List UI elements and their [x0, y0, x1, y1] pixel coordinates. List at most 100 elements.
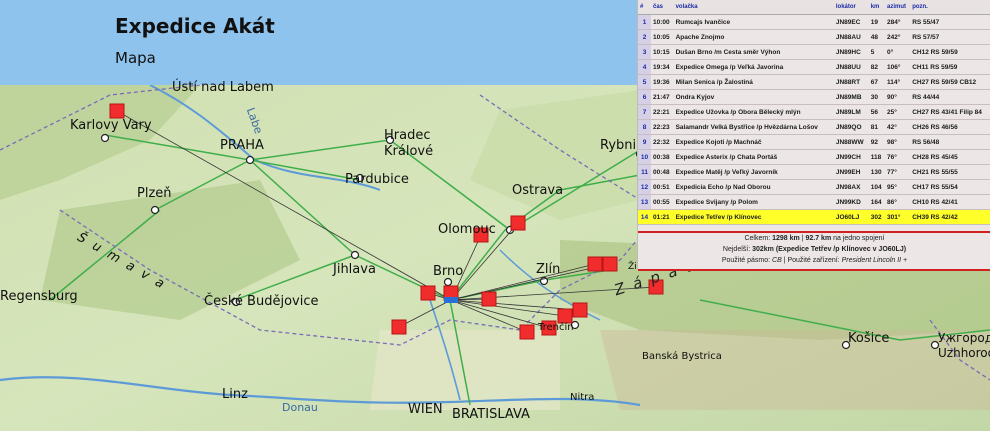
log-header-row: # čas volačka lokátor km azimut pozn.: [638, 0, 990, 15]
station-marker[interactable]: [420, 285, 436, 301]
log-cell: 00:38: [651, 149, 674, 165]
log-cell: CH21 RS 55/55: [910, 164, 990, 180]
station-marker[interactable]: [481, 291, 497, 307]
log-cell: 10: [638, 149, 651, 165]
log-row[interactable]: 8 22:23 Salamandr Velká Bystřice /p Hvězdá…: [638, 119, 990, 135]
summary-total: Celkem: 1298 km | 92.7 km na jedno spoje…: [638, 233, 990, 244]
log-cell: Expedice Omega /p Veľká Javorina: [673, 59, 834, 75]
log-cell: 164: [868, 194, 885, 210]
map-label: Pardubice: [345, 172, 409, 187]
city-dot: [100, 133, 110, 143]
log-cell: JN98AX: [833, 179, 869, 195]
log-cell: Milan Senica /p Žalostiná: [673, 74, 834, 90]
log-row[interactable]: 10 00:38 Expedice Asterix /p Chata Portáš J…: [638, 149, 990, 165]
log-cell: RS 56/48: [910, 134, 990, 150]
station-marker[interactable]: [587, 256, 603, 272]
map-label: Nitra: [570, 392, 595, 403]
log-cell: 92: [868, 134, 885, 150]
log-row[interactable]: 1 10:00 Rumcajs Ivančice JN89EC 19 284° RS 55/…: [638, 14, 990, 30]
log-row[interactable]: 6 21:47 Ondra Kyjov JN89MB 30 90° RS 44/44: [638, 89, 990, 105]
log-cell: JN89EC: [833, 14, 869, 30]
log-column-header: čas: [651, 0, 674, 15]
station-marker[interactable]: [391, 319, 407, 335]
map-label: Linz: [222, 387, 248, 402]
map-label: Trenčín: [538, 322, 574, 333]
log-cell: Rumcajs Ivančice: [673, 14, 834, 30]
map-label: Zlín: [536, 262, 561, 277]
log-cell: 98°: [884, 134, 911, 150]
log-cell: 21:47: [651, 89, 674, 105]
station-marker[interactable]: [510, 215, 526, 231]
log-cell: 67: [868, 74, 885, 90]
log-row[interactable]: 9 22:32 Expedice Kojoti /p Machnáč JN88WW 92…: [638, 134, 990, 150]
log-row[interactable]: 12 00:51 Expedicia Echo /p Nad Oborou JN98A…: [638, 179, 990, 195]
farthest-value: 302km (Expedice Tetřev /p Klínovec v JO6…: [752, 246, 907, 253]
log-row[interactable]: 5 19:36 Milan Senica /p Žalostiná JN88RT 67 1…: [638, 74, 990, 90]
log-cell: 242°: [884, 29, 911, 45]
station-marker[interactable]: [519, 324, 535, 340]
log-cell: 01:21: [651, 209, 674, 225]
log-cell: 5: [638, 74, 651, 90]
log-row[interactable]: 14 01:21 Expedice Tetřev /p Klínovec JO60LJ…: [638, 209, 990, 225]
log-cell: 95°: [884, 179, 911, 195]
map-label: Ужгород: [938, 331, 990, 345]
log-cell: Expedice Kojoti /p Machnáč: [673, 134, 834, 150]
log-column-header: #: [638, 0, 651, 15]
map-label: Banská Bystrica: [642, 351, 722, 362]
log-cell: Expedice Svijany /p Polom: [673, 194, 834, 210]
log-cell: Expedicia Echo /p Nad Oborou: [673, 179, 834, 195]
log-cell: JN89HC: [833, 44, 869, 60]
log-row[interactable]: 4 19:34 Expedice Omega /p Veľká Javorina JN…: [638, 59, 990, 75]
map-label: Plzeň: [137, 186, 172, 201]
log-row[interactable]: 13 00:55 Expedice Svijany /p Polom JN99KD 16…: [638, 194, 990, 210]
log-cell: CH27 RS 59/59 CB12: [910, 74, 990, 90]
log-panel: # čas volačka lokátor km azimut pozn. 1 10:00 Ru…: [637, 0, 990, 271]
log-cell: Expedice Tetřev /p Klínovec: [673, 209, 834, 225]
log-row[interactable]: 2 10:05 Apache Znojmo JN88AU 48 242° RS 57/57: [638, 29, 990, 45]
station-marker[interactable]: [572, 302, 588, 318]
log-cell: Dušan Brno /m Cesta směr Výhon: [673, 44, 834, 60]
station-marker[interactable]: [602, 256, 618, 272]
station-marker[interactable]: [557, 308, 573, 324]
log-cell: 90°: [884, 89, 911, 105]
log-row[interactable]: 11 00:48 Expedice Matěj /p Veľký Javorník J…: [638, 164, 990, 180]
log-table: # čas volačka lokátor km azimut pozn. 1 10:00 Ru…: [638, 0, 990, 225]
map-label: Košice: [848, 331, 890, 346]
log-cell: 12: [638, 179, 651, 195]
summary-farthest: Nejdelší: 302km (Expedice Tetřev /p Klín…: [638, 244, 990, 255]
log-cell: 14: [638, 209, 651, 225]
total-separator: |: [801, 235, 804, 242]
log-cell: JN89QO: [833, 119, 869, 135]
log-cell: 302: [868, 209, 885, 225]
log-cell: 13: [638, 194, 651, 210]
city-dot: [150, 205, 160, 215]
map-label: České Budějovice: [204, 294, 319, 309]
log-row[interactable]: 7 22:21 Expedice Užovka /p Obora Bělecký m…: [638, 104, 990, 120]
log-cell: 11: [638, 164, 651, 180]
log-cell: JN99KD: [833, 194, 869, 210]
log-cell: 82: [868, 59, 885, 75]
log-cell: 19:36: [651, 74, 674, 90]
log-cell: RS 44/44: [910, 89, 990, 105]
map-label: Rybni: [600, 138, 637, 153]
farthest-label: Nejdelší:: [722, 246, 751, 253]
log-cell: 19:34: [651, 59, 674, 75]
log-cell: 25°: [884, 104, 911, 120]
log-row[interactable]: 3 10:15 Dušan Brno /m Cesta směr Výhon JN89…: [638, 44, 990, 60]
log-cell: 22:32: [651, 134, 674, 150]
log-column-header: km: [868, 0, 885, 15]
log-cell: 00:51: [651, 179, 674, 195]
log-cell: 00:48: [651, 164, 674, 180]
log-cell: CH12 RS 59/59: [910, 44, 990, 60]
summary-block: Celkem: 1298 km | 92.7 km na jedno spoje…: [638, 228, 990, 271]
log-cell: CH11 RS 59/59: [910, 59, 990, 75]
avg-km: 92.7 km: [805, 235, 832, 242]
map-label: Regensburg: [0, 289, 78, 304]
device-value: President Lincoln II +: [841, 257, 908, 264]
log-cell: JO60LJ: [833, 209, 869, 225]
station-marker[interactable]: [109, 103, 125, 119]
log-cell: 10:15: [651, 44, 674, 60]
log-cell: Expedice Užovka /p Obora Bělecký mlýn: [673, 104, 834, 120]
log-column-header: azimut: [884, 0, 911, 15]
home-station-marker[interactable]: [444, 297, 458, 303]
